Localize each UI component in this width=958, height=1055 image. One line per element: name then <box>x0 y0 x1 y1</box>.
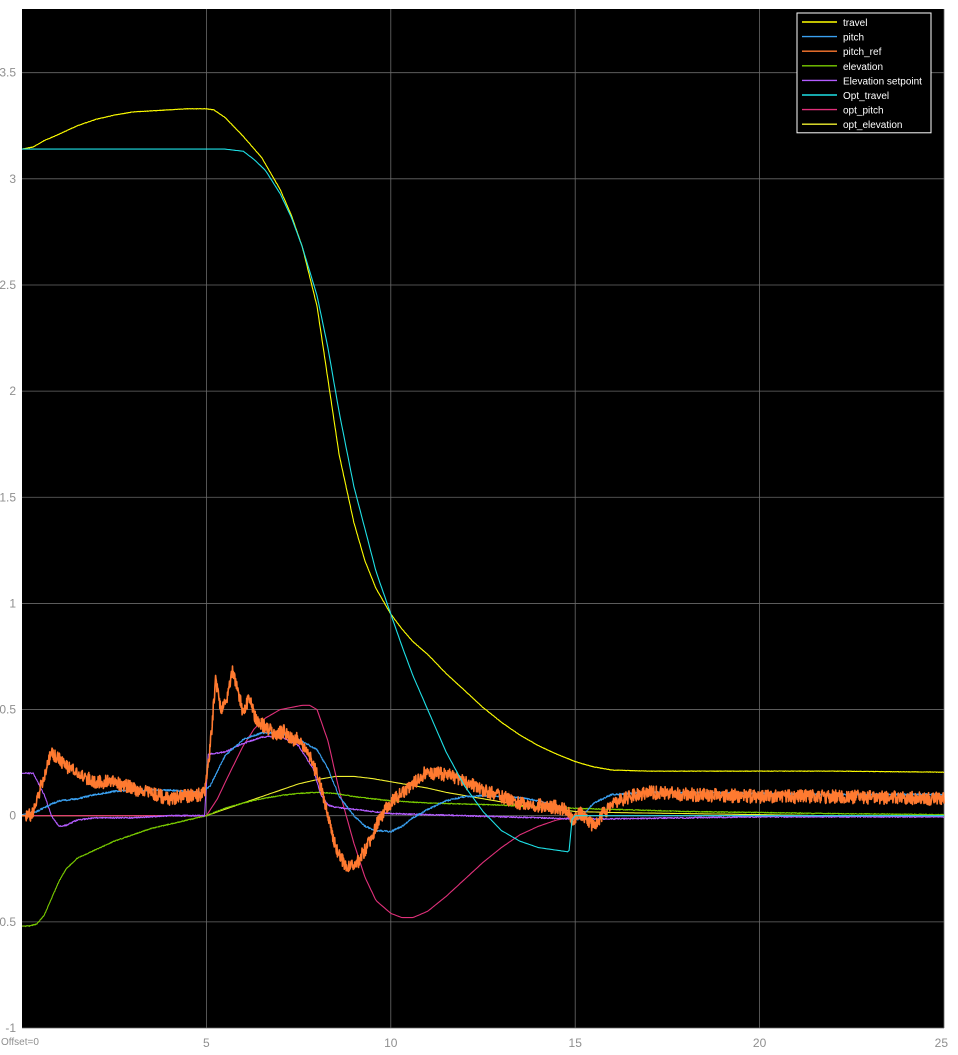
legend-label-elevation-setpoint: Elevation setpoint <box>843 76 922 87</box>
x-tick-label-2: 10 <box>384 1036 398 1050</box>
y-tick-label-5: 1.5 <box>0 490 16 504</box>
y-axis-tick-labels: -1 0.5 0 0.5 1 1.5 2 2.5 3 3.5 <box>0 66 16 1035</box>
scope-window: -1 0.5 0 0.5 1 1.5 2 2.5 3 3.5 5 10 15 20 25 travel pi… <box>0 0 958 1050</box>
legend-label-travel: travel <box>843 18 867 29</box>
legend-label-opt-elevation: opt_elevation <box>843 120 903 131</box>
plot-area <box>22 9 944 1028</box>
legend-label-opt-travel: Opt_travel <box>843 91 889 102</box>
x-tick-label-5: 25 <box>935 1036 949 1050</box>
y-tick-label-4: 1 <box>9 596 16 610</box>
y-tick-label-0: -1 <box>5 1021 16 1035</box>
legend-label-opt-pitch: opt_pitch <box>843 106 884 117</box>
offset-label: Offset=0 <box>1 1037 39 1048</box>
y-tick-label-9: 3.5 <box>0 66 16 80</box>
y-tick-label-7: 2.5 <box>0 278 16 292</box>
y-tick-label-2: 0 <box>9 809 16 823</box>
y-tick-label-1: 0.5 <box>0 915 16 929</box>
y-tick-label-3: 0.5 <box>0 703 16 717</box>
x-axis-tick-labels: 5 10 15 20 25 <box>203 1036 948 1050</box>
line-chart: -1 0.5 0 0.5 1 1.5 2 2.5 3 3.5 5 10 15 20 25 travel pi… <box>0 9 948 1050</box>
legend-label-pitch-ref: pitch_ref <box>843 47 882 58</box>
legend-label-pitch: pitch <box>843 33 864 44</box>
x-tick-label-3: 15 <box>569 1036 583 1050</box>
x-tick-label-4: 20 <box>753 1036 767 1050</box>
legend[interactable]: travel pitch pitch_ref elevation Elevation s… <box>796 12 932 134</box>
x-tick-label-1: 5 <box>203 1036 210 1050</box>
y-tick-label-6: 2 <box>9 384 16 398</box>
legend-label-elevation: elevation <box>843 62 883 73</box>
y-tick-label-8: 3 <box>9 172 16 186</box>
